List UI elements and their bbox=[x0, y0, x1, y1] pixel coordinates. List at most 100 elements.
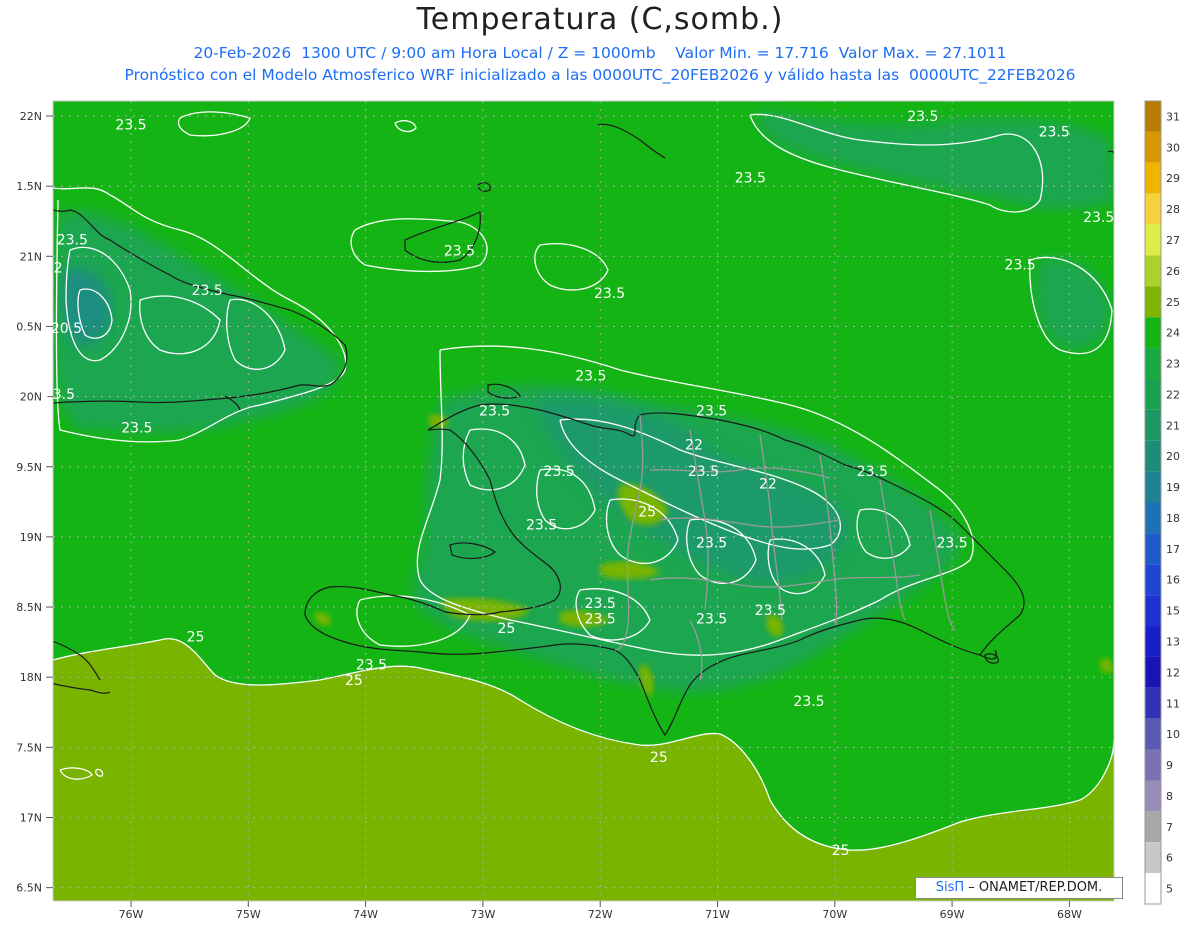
legend-label: 22 bbox=[1166, 388, 1180, 401]
contour-label: 23.5 bbox=[1039, 124, 1070, 140]
legend-label: 30 bbox=[1166, 141, 1180, 154]
legend-label: 16 bbox=[1166, 574, 1180, 587]
lon-tick-label: 73W bbox=[470, 908, 495, 921]
contour-label: 23.5 bbox=[907, 109, 938, 125]
legend-swatch bbox=[1145, 224, 1161, 256]
contour-label: 25 bbox=[650, 750, 668, 766]
contour-label: 23.5 bbox=[793, 694, 824, 710]
legend-label: 11 bbox=[1166, 697, 1180, 710]
legend-label: 19 bbox=[1166, 481, 1180, 494]
legend-label: 29 bbox=[1166, 172, 1180, 185]
legend-swatch bbox=[1145, 811, 1161, 843]
contour-label: 23.5 bbox=[544, 464, 575, 480]
lat-tick-label: 6.5N bbox=[16, 882, 42, 895]
lon-tick-label: 74W bbox=[353, 908, 378, 921]
lat-tick-label: 20N bbox=[20, 391, 42, 404]
longitude-axis: 76W 75W 74W 73W 72W 71W 70W 69W 68W bbox=[119, 901, 1082, 921]
temperature-map: 22N 1.5N 21N 0.5N 20N 9.5N 19N 8.5N 18N 7.5N 17N 6.… bbox=[16, 100, 1180, 921]
lon-tick-label: 75W bbox=[236, 908, 261, 921]
contour-label: 25 bbox=[497, 621, 515, 637]
contour-label: 23.5 bbox=[735, 171, 766, 187]
legend-label: 31 bbox=[1166, 110, 1180, 123]
lat-tick-label: 21N bbox=[20, 250, 42, 263]
contour-label: 23.5 bbox=[755, 603, 786, 619]
color-legend: 31 30 29 28 27 26 25 24 23 22 21 20 19 18 17 16 15 13 12 11… bbox=[1144, 100, 1180, 905]
legend-swatch bbox=[1145, 101, 1161, 132]
lat-tick-label: 7.5N bbox=[16, 741, 42, 754]
contour-label: 23.5 bbox=[526, 517, 557, 533]
legend-swatch bbox=[1145, 255, 1161, 287]
lat-tick-label: 17N bbox=[20, 812, 42, 825]
legend-label: 27 bbox=[1166, 234, 1180, 247]
contour-label: 22 bbox=[685, 437, 703, 453]
lon-tick-label: 69W bbox=[940, 908, 965, 921]
legend-swatch bbox=[1145, 626, 1161, 657]
contour-label: 23.5 bbox=[585, 596, 616, 612]
legend-swatch bbox=[1145, 780, 1161, 812]
contour-label: 23.5 bbox=[857, 464, 888, 480]
legend-swatch bbox=[1145, 533, 1161, 565]
lon-tick-label: 68W bbox=[1057, 908, 1082, 921]
legend-swatch bbox=[1145, 749, 1161, 781]
contour-label: 23.5 bbox=[444, 244, 475, 260]
lat-tick-label: 8.5N bbox=[16, 601, 42, 614]
contour-label: 22 bbox=[45, 261, 63, 277]
legend-label: 26 bbox=[1166, 265, 1180, 278]
legend-label: 17 bbox=[1166, 543, 1180, 556]
contour-label: 23.5 bbox=[696, 611, 727, 627]
lat-tick-label: 22N bbox=[20, 110, 42, 123]
contour-label: 23.5 bbox=[192, 283, 223, 299]
legend-label: 18 bbox=[1166, 512, 1180, 525]
contour-label: 23.5 bbox=[479, 404, 510, 420]
lon-tick-label: 70W bbox=[822, 908, 847, 921]
credit-brand: SisΠ bbox=[935, 880, 965, 895]
legend-swatch bbox=[1145, 656, 1161, 688]
legend-swatch bbox=[1145, 409, 1161, 441]
lon-tick-label: 76W bbox=[119, 908, 144, 921]
contour-label: 23.5 bbox=[937, 536, 968, 552]
legend-label: 15 bbox=[1166, 605, 1180, 618]
legend-label: 21 bbox=[1166, 419, 1180, 432]
contour-label: 23.5 bbox=[356, 658, 387, 674]
contour-label: 22 bbox=[759, 477, 777, 493]
legend-label: 8 bbox=[1166, 790, 1173, 803]
contour-label: 23.5 bbox=[594, 286, 625, 302]
legend-swatch bbox=[1145, 842, 1161, 874]
contour-label: 23.5 bbox=[1083, 210, 1114, 226]
contour-label: 23.5 bbox=[585, 611, 616, 627]
contour-label: 23.5 bbox=[121, 420, 152, 436]
contour-label: 25 bbox=[638, 505, 656, 521]
contour-label: 23.5 bbox=[696, 404, 727, 420]
legend-swatch bbox=[1145, 873, 1161, 904]
legend-swatch bbox=[1145, 687, 1161, 719]
legend-swatch bbox=[1145, 131, 1161, 163]
credit-text: – ONAMET/REP.DOM. bbox=[968, 880, 1103, 895]
lon-tick-label: 72W bbox=[588, 908, 613, 921]
legend-label: 24 bbox=[1166, 327, 1180, 340]
contour-label: 25 bbox=[345, 673, 363, 689]
legend-swatch bbox=[1145, 162, 1161, 194]
contour-label: 23.5 bbox=[696, 536, 727, 552]
legend-label: 9 bbox=[1166, 759, 1173, 772]
legend-label: 7 bbox=[1166, 821, 1173, 834]
credit-box: SisΠ – ONAMET/REP.DOM. bbox=[915, 877, 1123, 899]
legend-swatch bbox=[1145, 595, 1161, 627]
legend-swatch bbox=[1145, 440, 1161, 472]
lat-tick-label: 19N bbox=[20, 531, 42, 544]
contour-label: 23.5 bbox=[575, 369, 606, 385]
legend-swatch bbox=[1145, 502, 1161, 534]
legend-swatch bbox=[1145, 286, 1161, 318]
legend-label: 23 bbox=[1166, 358, 1180, 371]
lat-tick-label: 18N bbox=[20, 671, 42, 684]
legend-label: 13 bbox=[1166, 635, 1180, 648]
contour-label: 23.5 bbox=[57, 232, 88, 248]
latitude-axis: 22N 1.5N 21N 0.5N 20N 9.5N 19N 8.5N 18N 7.5N 17N 6.… bbox=[16, 110, 53, 895]
legend-label: 25 bbox=[1166, 296, 1180, 309]
legend-label: 5 bbox=[1166, 883, 1173, 896]
contour-label: 23.5 bbox=[1005, 258, 1036, 274]
legend-swatch bbox=[1145, 378, 1161, 410]
legend-label: 6 bbox=[1166, 852, 1173, 865]
contour-label: 23.5 bbox=[688, 464, 719, 480]
lat-tick-label: 1.5N bbox=[16, 180, 42, 193]
map-figure: 22N 1.5N 21N 0.5N 20N 9.5N 19N 8.5N 18N 7.5N 17N 6.… bbox=[0, 0, 1200, 931]
